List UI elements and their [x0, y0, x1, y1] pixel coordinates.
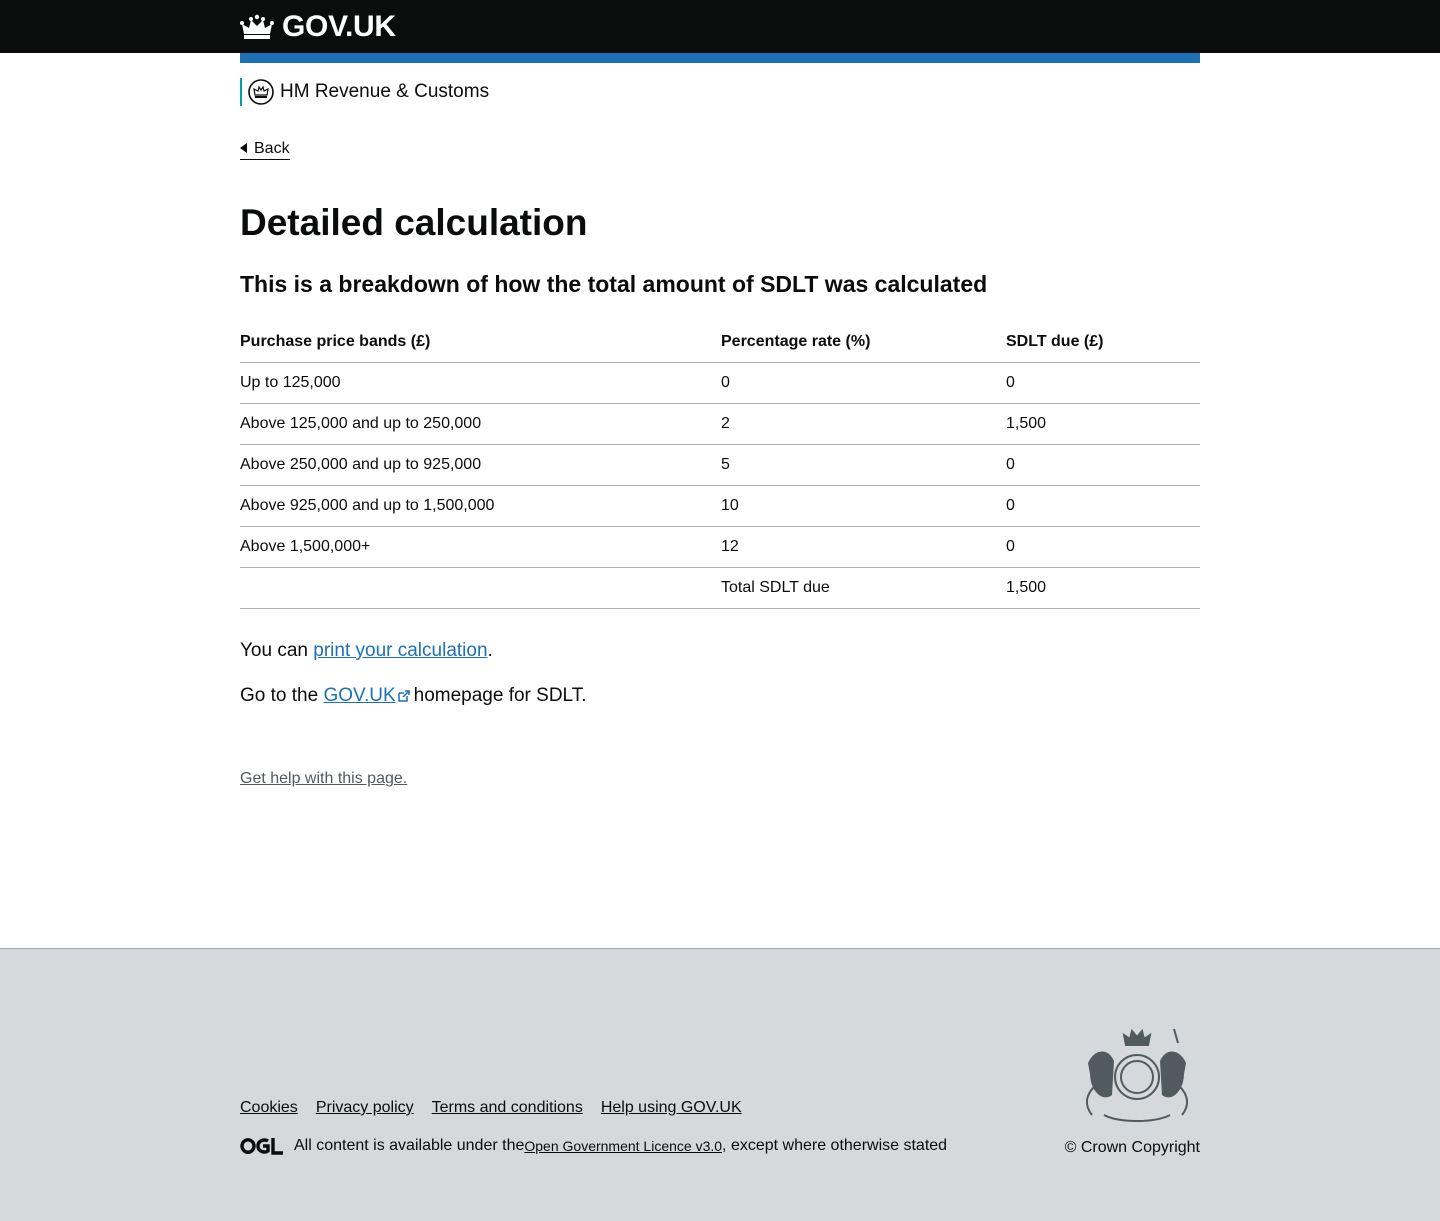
column-header-bands: Purchase price bands (£) — [240, 322, 721, 363]
govuk-header: GOV.UK — [0, 0, 1440, 53]
due-cell: 0 — [1006, 526, 1200, 568]
rate-cell: 0 — [721, 362, 1006, 404]
table-row: Above 925,000 and up to 1,500,000 10 0 — [240, 485, 1200, 527]
external-link-icon — [397, 690, 410, 702]
column-header-due: SDLT due (£) — [1006, 322, 1200, 363]
open-government-licence-link[interactable]: Open Government Licence v3.0 — [524, 1138, 722, 1154]
organisation-name: HM Revenue & Customs — [280, 81, 490, 102]
back-arrow-icon — [240, 143, 247, 153]
print-calculation-link[interactable]: print your calculation — [313, 640, 487, 661]
print-suffix: . — [487, 640, 493, 661]
govuk-logo-link[interactable]: GOV.UK — [240, 10, 396, 44]
govuk-homepage-link[interactable]: GOV.UK — [323, 685, 413, 706]
total-label: Total SDLT due — [721, 567, 1006, 609]
footer-link-cookies[interactable]: Cookies — [240, 1099, 298, 1117]
empty-cell — [240, 567, 721, 609]
table-header-row: Purchase price bands (£) Percentage rate… — [240, 322, 1200, 363]
column-header-rate: Percentage rate (%) — [721, 322, 1006, 363]
hmrc-crest-icon — [248, 79, 274, 105]
table-row: Above 125,000 and up to 250,000 2 1,500 — [240, 403, 1200, 445]
licence-statement: All content is available under the Open … — [240, 1137, 947, 1155]
table-total-row: Total SDLT due 1,500 — [240, 567, 1200, 609]
due-cell: 1,500 — [1006, 403, 1200, 445]
organisation-banner: HM Revenue & Customs — [240, 78, 489, 106]
govuk-prefix: Go to the — [240, 685, 324, 706]
print-paragraph: You can print your calculation. — [240, 638, 493, 663]
band-cell: Above 1,500,000+ — [240, 526, 721, 568]
rate-cell: 10 — [721, 485, 1006, 527]
total-value: 1,500 — [1006, 567, 1200, 609]
band-cell: Above 250,000 and up to 925,000 — [240, 444, 721, 486]
page-subtitle: This is a breakdown of how the total amo… — [240, 271, 988, 297]
licence-suffix: , except where otherwise stated — [722, 1137, 948, 1154]
crown-icon — [240, 14, 274, 39]
band-cell: Above 125,000 and up to 250,000 — [240, 403, 721, 445]
govuk-suffix: homepage for SDLT. — [413, 685, 587, 706]
footer-links: Cookies Privacy policy Terms and conditi… — [240, 1099, 742, 1117]
footer-link-help[interactable]: Help using GOV.UK — [601, 1099, 742, 1117]
band-cell: Above 925,000 and up to 1,500,000 — [240, 485, 721, 527]
table-row: Up to 125,000 0 0 — [240, 362, 1200, 404]
calculation-table: Purchase price bands (£) Percentage rate… — [240, 322, 1200, 609]
due-cell: 0 — [1006, 362, 1200, 404]
govuk-paragraph: Go to the GOV.UK homepage for SDLT. — [240, 683, 586, 708]
royal-coat-of-arms-icon — [1086, 1028, 1188, 1122]
table-row: Above 250,000 and up to 925,000 5 0 — [240, 444, 1200, 486]
table-row: Above 1,500,000+ 12 0 — [240, 526, 1200, 568]
govuk-logo-text: GOV.UK — [282, 10, 396, 43]
crown-copyright-link[interactable]: © Crown Copyright — [1065, 1139, 1200, 1157]
get-help-link[interactable]: Get help with this page. — [240, 770, 407, 788]
page-title: Detailed calculation — [240, 202, 588, 243]
due-cell: 0 — [1006, 485, 1200, 527]
footer-link-terms[interactable]: Terms and conditions — [432, 1099, 583, 1117]
back-link[interactable]: Back — [240, 138, 290, 160]
back-link-label: Back — [254, 140, 290, 157]
header-blue-bar — [240, 53, 1200, 63]
licence-prefix: All content is available under the — [294, 1137, 525, 1154]
due-cell: 0 — [1006, 444, 1200, 486]
band-cell: Up to 125,000 — [240, 362, 721, 404]
rate-cell: 5 — [721, 444, 1006, 486]
ogl-logo-icon — [240, 1138, 283, 1155]
govuk-link-label: GOV.UK — [323, 685, 396, 706]
footer-link-privacy[interactable]: Privacy policy — [316, 1099, 414, 1117]
govuk-footer: Cookies Privacy policy Terms and conditi… — [0, 948, 1440, 1221]
print-prefix: You can — [240, 640, 314, 661]
rate-cell: 12 — [721, 526, 1006, 568]
rate-cell: 2 — [721, 403, 1006, 445]
